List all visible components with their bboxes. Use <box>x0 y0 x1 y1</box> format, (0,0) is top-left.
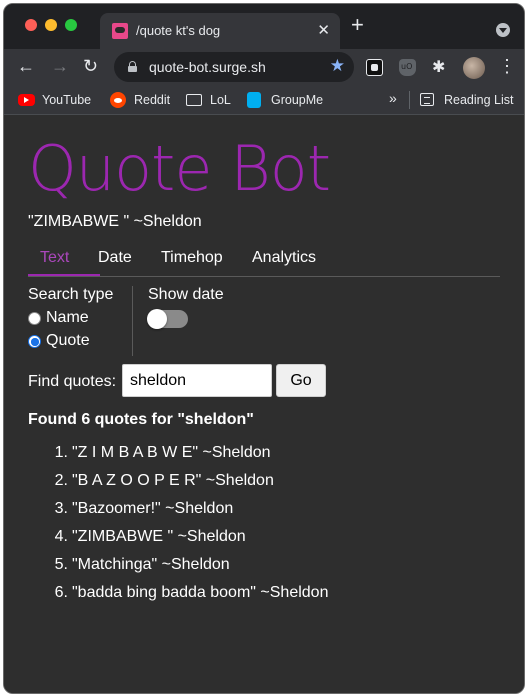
browser-window: /quote kt's dog ✕ + ← → ↻ quote-bot.surg… <box>3 3 525 694</box>
bookmarks-divider <box>409 91 410 109</box>
forward-icon[interactable]: → <box>51 55 69 77</box>
tab-analytics[interactable]: Analytics <box>252 249 316 267</box>
list-item-number: 3. <box>54 500 68 517</box>
url-text[interactable]: quote-bot.surge.sh <box>149 59 266 75</box>
show-date-toggle[interactable] <box>147 309 188 329</box>
address-bar[interactable]: quote-bot.surge.sh ★ <box>114 52 354 82</box>
page-content: Quote Bot "ZIMBABWE " ~Sheldon Text Date… <box>4 116 524 693</box>
show-date-group: Show date <box>147 286 268 336</box>
tab-strip: /quote kt's dog ✕ + <box>4 4 524 49</box>
tab-timehop[interactable]: Timehop <box>161 249 223 267</box>
toggle-knob[interactable] <box>147 309 167 329</box>
back-icon[interactable]: ← <box>17 55 35 77</box>
list-item-text: "Z I M B A B W E" ~Sheldon <box>72 444 271 461</box>
list-item-text: "Matchinga" ~Sheldon <box>72 556 230 573</box>
favicon-icon <box>112 23 128 39</box>
bookmarks-bar: YouTube Reddit LoL GroupMe » Reading Lis… <box>4 85 524 115</box>
bookmark-label: GroupMe <box>271 93 324 107</box>
folder-icon <box>186 94 202 106</box>
bookmark-label: Reddit <box>134 93 171 107</box>
bookmark-label: LoL <box>210 93 231 107</box>
find-quotes-label: Find quotes: <box>28 373 117 390</box>
groupme-icon <box>247 92 261 108</box>
minimize-window-button[interactable] <box>45 19 57 31</box>
reading-list-icon <box>420 93 434 106</box>
list-item-text: "Bazoomer!" ~Sheldon <box>72 500 234 517</box>
go-button[interactable]: Go <box>276 364 326 397</box>
tab-date[interactable]: Date <box>98 249 132 267</box>
list-item-text: "ZIMBABWE " ~Sheldon <box>72 528 246 545</box>
tab-text[interactable]: Text <box>40 249 69 267</box>
radio-label[interactable]: Quote <box>46 332 90 350</box>
list-item-number: 2. <box>54 472 68 489</box>
list-item-number: 1. <box>54 444 68 461</box>
tab-bar: Text Date Timehop Analytics <box>28 247 500 277</box>
new-tab-button[interactable]: + <box>351 14 364 36</box>
puzzle-icon[interactable]: ✱ <box>432 57 449 76</box>
search-input[interactable] <box>122 364 272 397</box>
reddit-icon <box>110 92 126 108</box>
bookmark-star-icon[interactable]: ★ <box>330 56 345 76</box>
page-title: Quote Bot <box>28 132 331 205</box>
radio-button[interactable] <box>28 312 41 325</box>
bookmarks-overflow-button[interactable]: » <box>389 90 397 106</box>
list-item-number: 5. <box>54 556 68 573</box>
tab-search-icon[interactable] <box>496 23 510 37</box>
maximize-window-button[interactable] <box>65 19 77 31</box>
bookmark-label: YouTube <box>42 93 92 107</box>
search-type-label: Search type <box>28 286 114 303</box>
browser-toolbar: ← → ↻ quote-bot.surge.sh ★ ✱ ⋮ <box>4 49 524 85</box>
radio-label[interactable]: Name <box>46 309 89 327</box>
list-item-number: 6. <box>54 584 68 601</box>
close-window-button[interactable] <box>25 19 37 31</box>
list-item-number: 4. <box>54 528 68 545</box>
reload-icon[interactable]: ↻ <box>83 55 98 77</box>
search-type-group: Search type Name Quote <box>28 286 133 356</box>
close-tab-icon[interactable]: ✕ <box>317 21 330 39</box>
list-item-text: "B A Z O O P E R" ~Sheldon <box>72 472 274 489</box>
extension-icon[interactable] <box>366 59 383 76</box>
reading-list-label: Reading List <box>444 93 514 107</box>
browser-tab[interactable]: /quote kt's dog ✕ <box>100 13 340 49</box>
lock-icon[interactable] <box>128 61 137 72</box>
profile-avatar[interactable] <box>463 57 485 79</box>
radio-button[interactable] <box>28 335 41 348</box>
featured-quote: "ZIMBABWE " ~Sheldon <box>28 213 202 230</box>
kebab-menu-icon[interactable]: ⋮ <box>498 55 516 77</box>
active-tab-indicator <box>28 274 100 276</box>
show-date-label: Show date <box>148 286 224 303</box>
ublock-icon[interactable] <box>399 59 416 76</box>
results-heading: Found 6 quotes for "sheldon" <box>28 411 254 428</box>
tab-title: /quote kt's dog <box>136 23 221 38</box>
youtube-icon <box>18 94 35 106</box>
list-item-text: "badda bing badda boom" ~Sheldon <box>72 584 329 601</box>
